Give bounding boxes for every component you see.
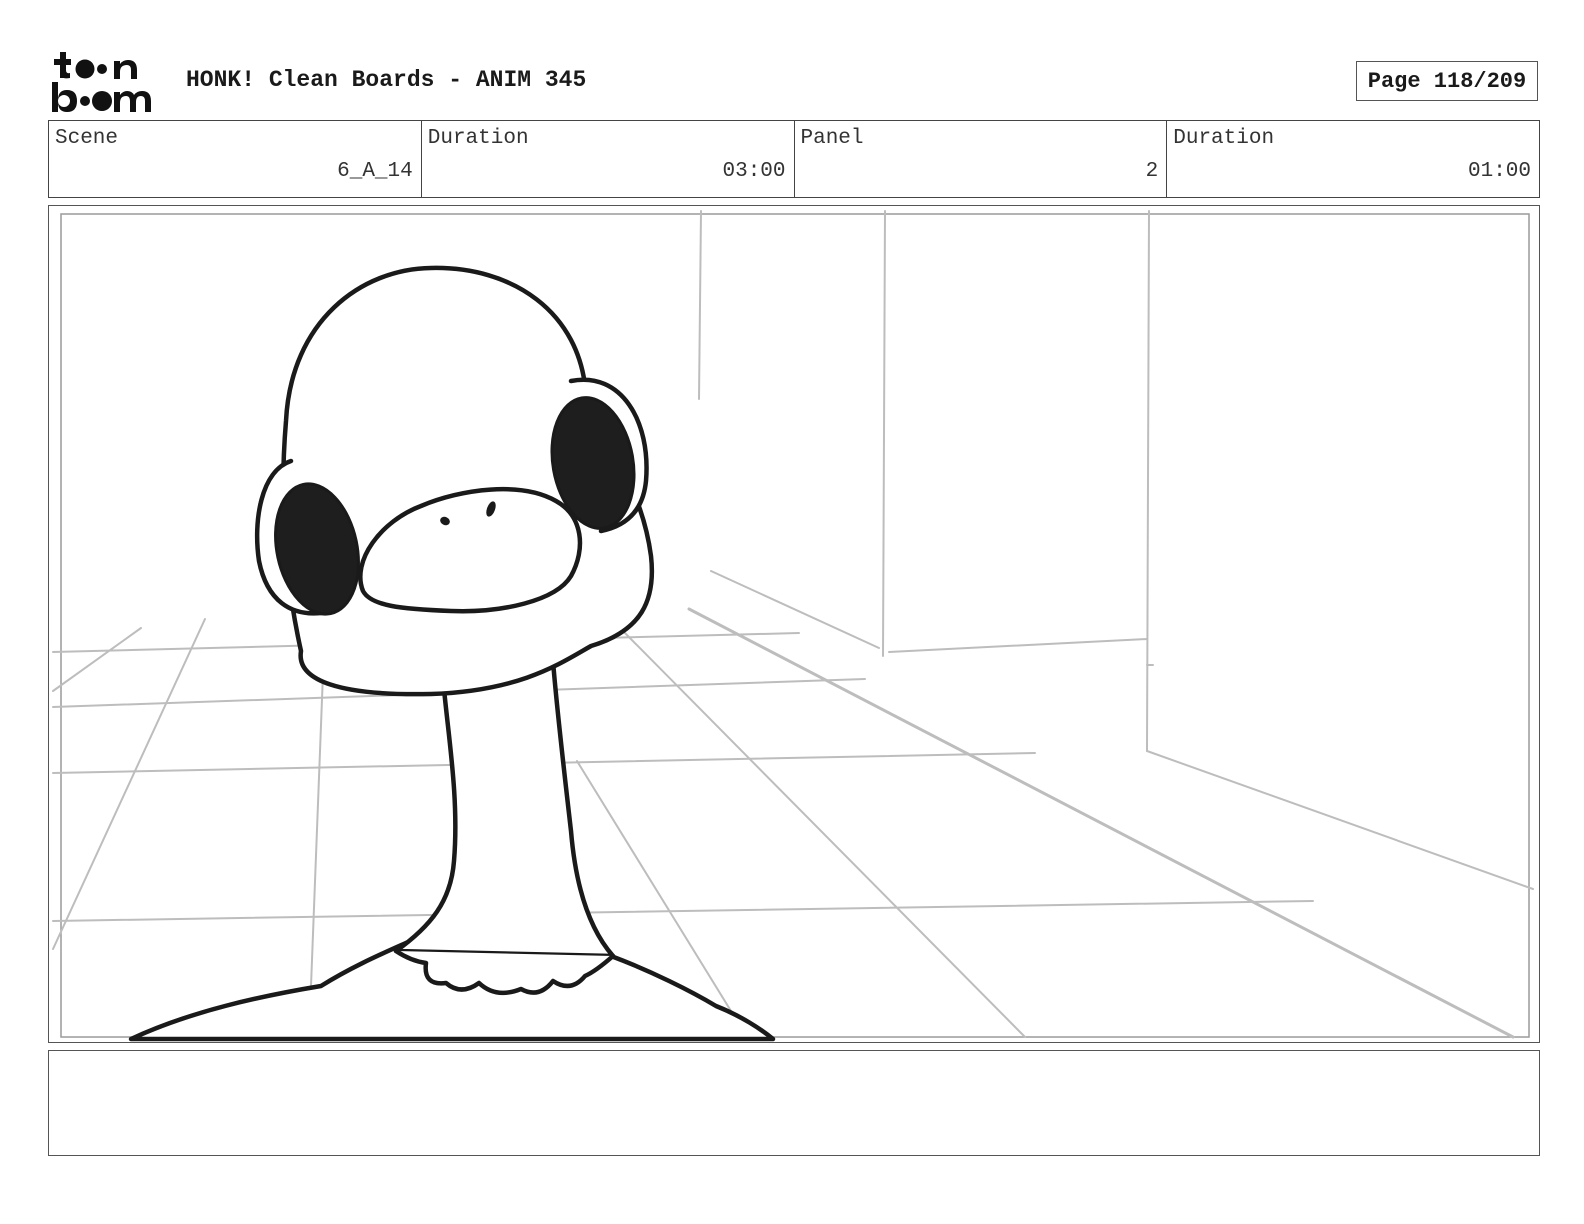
scene-info-row: Scene 6_A_14 Duration 03:00 Panel 2 Dura…	[48, 120, 1540, 198]
safe-area-frame	[60, 213, 1530, 1038]
background-lines	[52, 210, 1534, 1039]
scene-duration-value: 03:00	[722, 160, 786, 183]
panel-drawing	[52, 210, 1534, 1042]
panel-duration-cell: Duration 01:00	[1167, 121, 1539, 197]
storyboard-panel	[48, 205, 1540, 1043]
scene-cell: Scene 6_A_14	[49, 121, 422, 197]
panel-label: Panel	[800, 127, 864, 150]
scene-label: Scene	[55, 127, 119, 150]
panel-cell: Panel 2	[795, 121, 1168, 197]
panel-duration-label: Duration	[1173, 127, 1275, 150]
scene-duration-cell: Duration 03:00	[422, 121, 795, 197]
toon-boom-logo	[52, 52, 151, 112]
project-title: HONK! Clean Boards - ANIM 345	[186, 67, 587, 93]
panel-value: 2	[1145, 160, 1159, 183]
goose-neck	[393, 658, 616, 959]
scene-duration-label: Duration	[427, 127, 529, 150]
panel-duration-value: 01:00	[1467, 160, 1531, 183]
page-number: Page 118/209	[1356, 61, 1538, 101]
scene-value: 6_A_14	[337, 160, 413, 183]
panel-notes	[48, 1050, 1540, 1156]
